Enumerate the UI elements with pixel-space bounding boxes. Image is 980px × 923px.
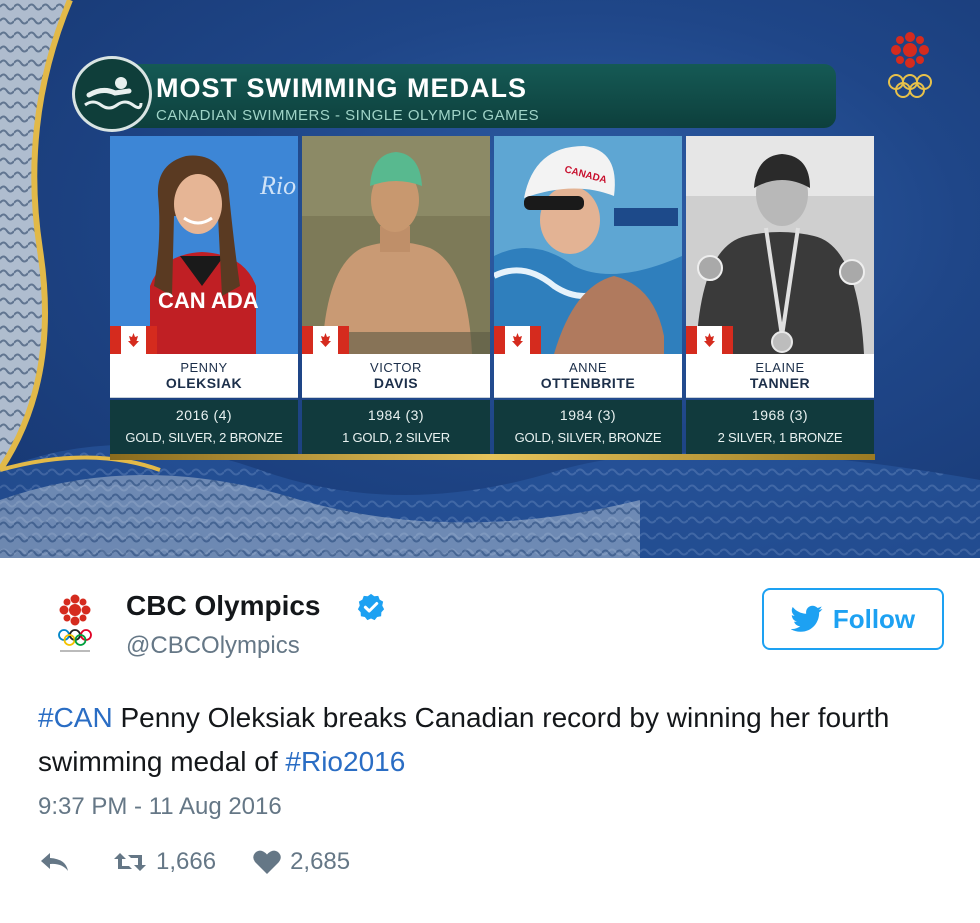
athlete-photo: CANADA [494,136,682,354]
hashtag-link[interactable]: #Rio2016 [285,746,405,777]
medal-breakdown: GOLD, SILVER, BRONZE [514,430,662,445]
athlete-photo [686,136,874,354]
games-year: 1984 (3) [559,407,617,423]
like-count: 2,685 [290,848,351,875]
canada-flag-icon [110,326,157,354]
athlete-photo [302,136,490,354]
athlete-last-name: OTTENBRITE [540,375,636,391]
graphic-title: MOST SWIMMING MEDALS [156,73,527,103]
athlete-name: ELAINE TANNER [686,354,874,398]
follow-label: Follow [832,603,916,634]
athlete-card: ELAINE TANNER 1968 (3) 2 SILVER, 1 BRONZ… [686,136,874,454]
athlete-last-name: DAVIS [373,375,419,391]
like-button[interactable]: 2,685 [252,848,350,876]
canada-flag-icon [686,326,733,354]
tweet-text: #CAN Penny Oleksiak breaks Canadian reco… [38,696,948,784]
athlete-first-name: PENNY [180,360,228,375]
jacket-text: CAN ADA [158,288,259,313]
games-year: 2016 (4) [175,407,233,423]
athlete-first-name: ELAINE [755,360,805,375]
athlete-first-name: VICTOR [370,360,422,375]
retweet-button[interactable]: 1,666 [112,848,216,876]
swimmer-icon [72,56,152,132]
retweet-icon [114,853,146,871]
athlete-card: CANADA ANNE OTTENBRITE 1984 (3) GOLD, SI… [494,136,682,454]
hashtag-link[interactable]: #CAN [38,702,113,733]
medal-breakdown: 1 GOLD, 2 SILVER [342,430,450,445]
retweet-count: 1,666 [156,848,217,875]
medal-breakdown: 2 SILVER, 1 BRONZE [717,430,843,445]
cbc-olympics-logo [888,32,932,98]
games-year: 1968 (3) [751,407,809,423]
athlete-cards: Rio CAN ADA PENNY OLEKSIAK 2016 (4) GOLD… [110,136,875,462]
athlete-stats: 1984 (3) 1 GOLD, 2 SILVER [302,400,490,454]
reply-button[interactable] [38,849,72,875]
athlete-last-name: OLEKSIAK [165,375,243,391]
athlete-card: Rio CAN ADA PENNY OLEKSIAK 2016 (4) GOLD… [110,136,298,454]
tweet-timestamp[interactable]: 9:37 PM - 11 Aug 2016 [38,793,282,821]
canada-flag-icon [494,326,541,354]
reply-icon [41,853,68,871]
tweet-card: CBC Olympics @CBCOlympics Follow #CAN Pe… [0,558,980,923]
athlete-name: ANNE OTTENBRITE [494,354,682,398]
display-name[interactable]: CBC Olympics [126,590,321,622]
verified-badge-icon [357,593,385,621]
twitter-bird-icon [790,605,823,632]
canada-flag-icon [302,326,349,354]
athlete-first-name: ANNE [568,360,608,375]
gold-divider [110,454,875,460]
athlete-photo: Rio CAN ADA [110,136,298,354]
graphic-subtitle: CANADIAN SWIMMERS - SINGLE OLYMPIC GAMES [156,107,540,124]
follow-button[interactable]: Follow [762,588,944,650]
athlete-card: VICTOR DAVIS 1984 (3) 1 GOLD, 2 SILVER [302,136,490,454]
backdrop-text: Rio [259,171,296,200]
medal-breakdown: GOLD, SILVER, 2 BRONZE [125,430,283,445]
athlete-name: PENNY OLEKSIAK [110,354,298,398]
heart-icon [253,850,281,874]
games-year: 1984 (3) [367,407,425,423]
athlete-stats: 2016 (4) GOLD, SILVER, 2 BRONZE [110,400,298,454]
athlete-stats: 1968 (3) 2 SILVER, 1 BRONZE [686,400,874,454]
tweet-body: Penny Oleksiak breaks Canadian record by… [38,702,890,777]
tweet-image[interactable]: MOST SWIMMING MEDALS CANADIAN SWIMMERS -… [0,0,980,558]
user-handle[interactable]: @CBCOlympics [126,632,300,660]
tweet-actions: 1,666 2,685 [38,844,350,880]
athlete-last-name: TANNER [749,375,811,391]
athlete-stats: 1984 (3) GOLD, SILVER, BRONZE [494,400,682,454]
avatar[interactable] [40,588,110,658]
athlete-name: VICTOR DAVIS [302,354,490,398]
